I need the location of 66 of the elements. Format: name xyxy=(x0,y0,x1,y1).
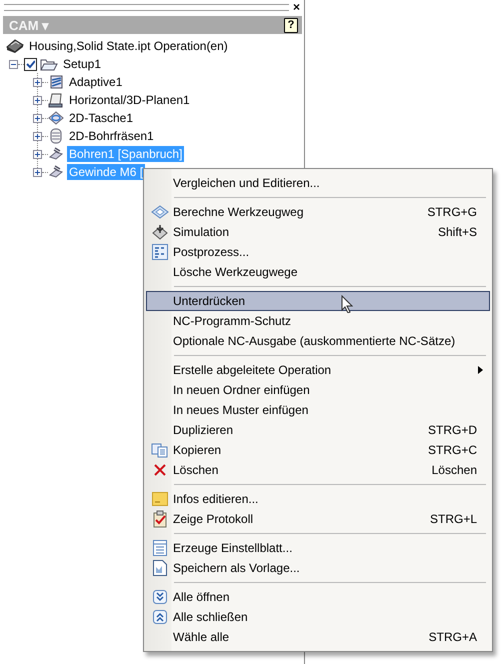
help-button[interactable]: ? xyxy=(284,18,298,32)
expand-toggle[interactable] xyxy=(33,114,42,122)
menu-item[interactable]: Unterdrücken xyxy=(146,291,490,311)
plus-icon xyxy=(33,132,42,140)
cursor-icon xyxy=(341,295,353,313)
menu-item[interactable]: Lösche Werkzeugwege xyxy=(146,262,490,282)
minus-icon xyxy=(9,60,18,68)
simulation-icon xyxy=(151,224,169,240)
check-icon xyxy=(26,60,35,68)
submenu-arrow-icon xyxy=(478,366,483,374)
diamond-icon xyxy=(151,204,169,220)
plus-icon xyxy=(33,96,42,104)
clipboard-icon xyxy=(152,510,168,528)
folder-icon xyxy=(40,57,58,71)
plus-icon xyxy=(33,150,42,158)
collapse-all-icon xyxy=(152,609,168,625)
menu-item[interactable]: Vergleichen und Editieren... xyxy=(146,173,490,193)
menu-item[interactable]: Löschen Löschen xyxy=(146,460,490,480)
plus-icon xyxy=(33,168,42,176)
menu-item[interactable]: Duplizieren STRG+D xyxy=(146,420,490,440)
checkbox[interactable] xyxy=(24,58,37,70)
note-icon xyxy=(151,490,169,508)
tree-item[interactable]: 2D-Tasche1 xyxy=(67,110,136,126)
expand-toggle[interactable] xyxy=(33,132,42,140)
cylinder-icon xyxy=(48,128,64,144)
tree-item[interactable]: Setup1 xyxy=(61,56,104,72)
menu-item[interactable]: Speichern als Vorlage... xyxy=(146,558,490,578)
expand-toggle[interactable] xyxy=(33,168,42,176)
template-icon xyxy=(152,559,168,577)
collapse-toggle[interactable] xyxy=(9,60,18,68)
tree-item[interactable]: 2D-Bohrfräsen1 xyxy=(67,128,156,144)
menu-item[interactable]: Simulation Shift+S xyxy=(146,222,490,242)
plus-icon xyxy=(33,114,42,122)
tree-item[interactable]: Adaptive1 xyxy=(67,74,124,90)
menu-item[interactable]: Alle schließen xyxy=(146,607,490,627)
menu-item[interactable]: Erzeuge Einstellblatt... xyxy=(146,538,490,558)
tree-item[interactable]: Horizontal/3D-Planen1 xyxy=(67,92,192,108)
post-icon xyxy=(151,243,169,261)
expand-all-icon xyxy=(152,589,168,605)
layers-icon xyxy=(48,74,64,90)
block-icon xyxy=(48,92,64,108)
book-icon xyxy=(6,38,24,54)
menu-item[interactable]: Postprozess... xyxy=(146,242,490,262)
menu-item[interactable]: Zeige Protokoll STRG+L xyxy=(146,509,490,529)
menu-item[interactable]: In neues Muster einfügen xyxy=(146,400,490,420)
menu-item[interactable]: Kopieren STRG+C xyxy=(146,440,490,460)
expand-toggle[interactable] xyxy=(33,96,42,104)
menu-item[interactable]: In neuen Ordner einfügen xyxy=(146,380,490,400)
delete-icon xyxy=(152,462,168,478)
sheet-icon xyxy=(152,539,168,557)
copy-icon xyxy=(151,442,169,458)
close-icon[interactable]: × xyxy=(292,1,300,13)
drill-icon xyxy=(48,164,64,180)
pocket-icon xyxy=(48,110,64,126)
menu-item[interactable]: Wähle alle STRG+A xyxy=(146,627,490,647)
menu-item[interactable]: Infos editieren... xyxy=(146,489,490,509)
tree-item[interactable]: Housing,Solid State.ipt Operation(en) xyxy=(27,38,230,54)
menu-item[interactable]: Alle öffnen xyxy=(146,587,490,607)
drill-icon xyxy=(48,146,64,162)
menu-item[interactable]: Optionale NC-Ausgabe (auskommentierte NC-Sätze) xyxy=(146,331,490,351)
menu-item[interactable]: NC-Programm-Schutz xyxy=(146,311,490,331)
plus-icon xyxy=(33,78,42,86)
expand-toggle[interactable] xyxy=(33,150,42,158)
menu-item[interactable]: Berechne Werkzeugweg STRG+G xyxy=(146,202,490,222)
expand-toggle[interactable] xyxy=(33,78,42,86)
menu-item[interactable]: Erstelle abgeleitete Operation xyxy=(146,360,490,380)
